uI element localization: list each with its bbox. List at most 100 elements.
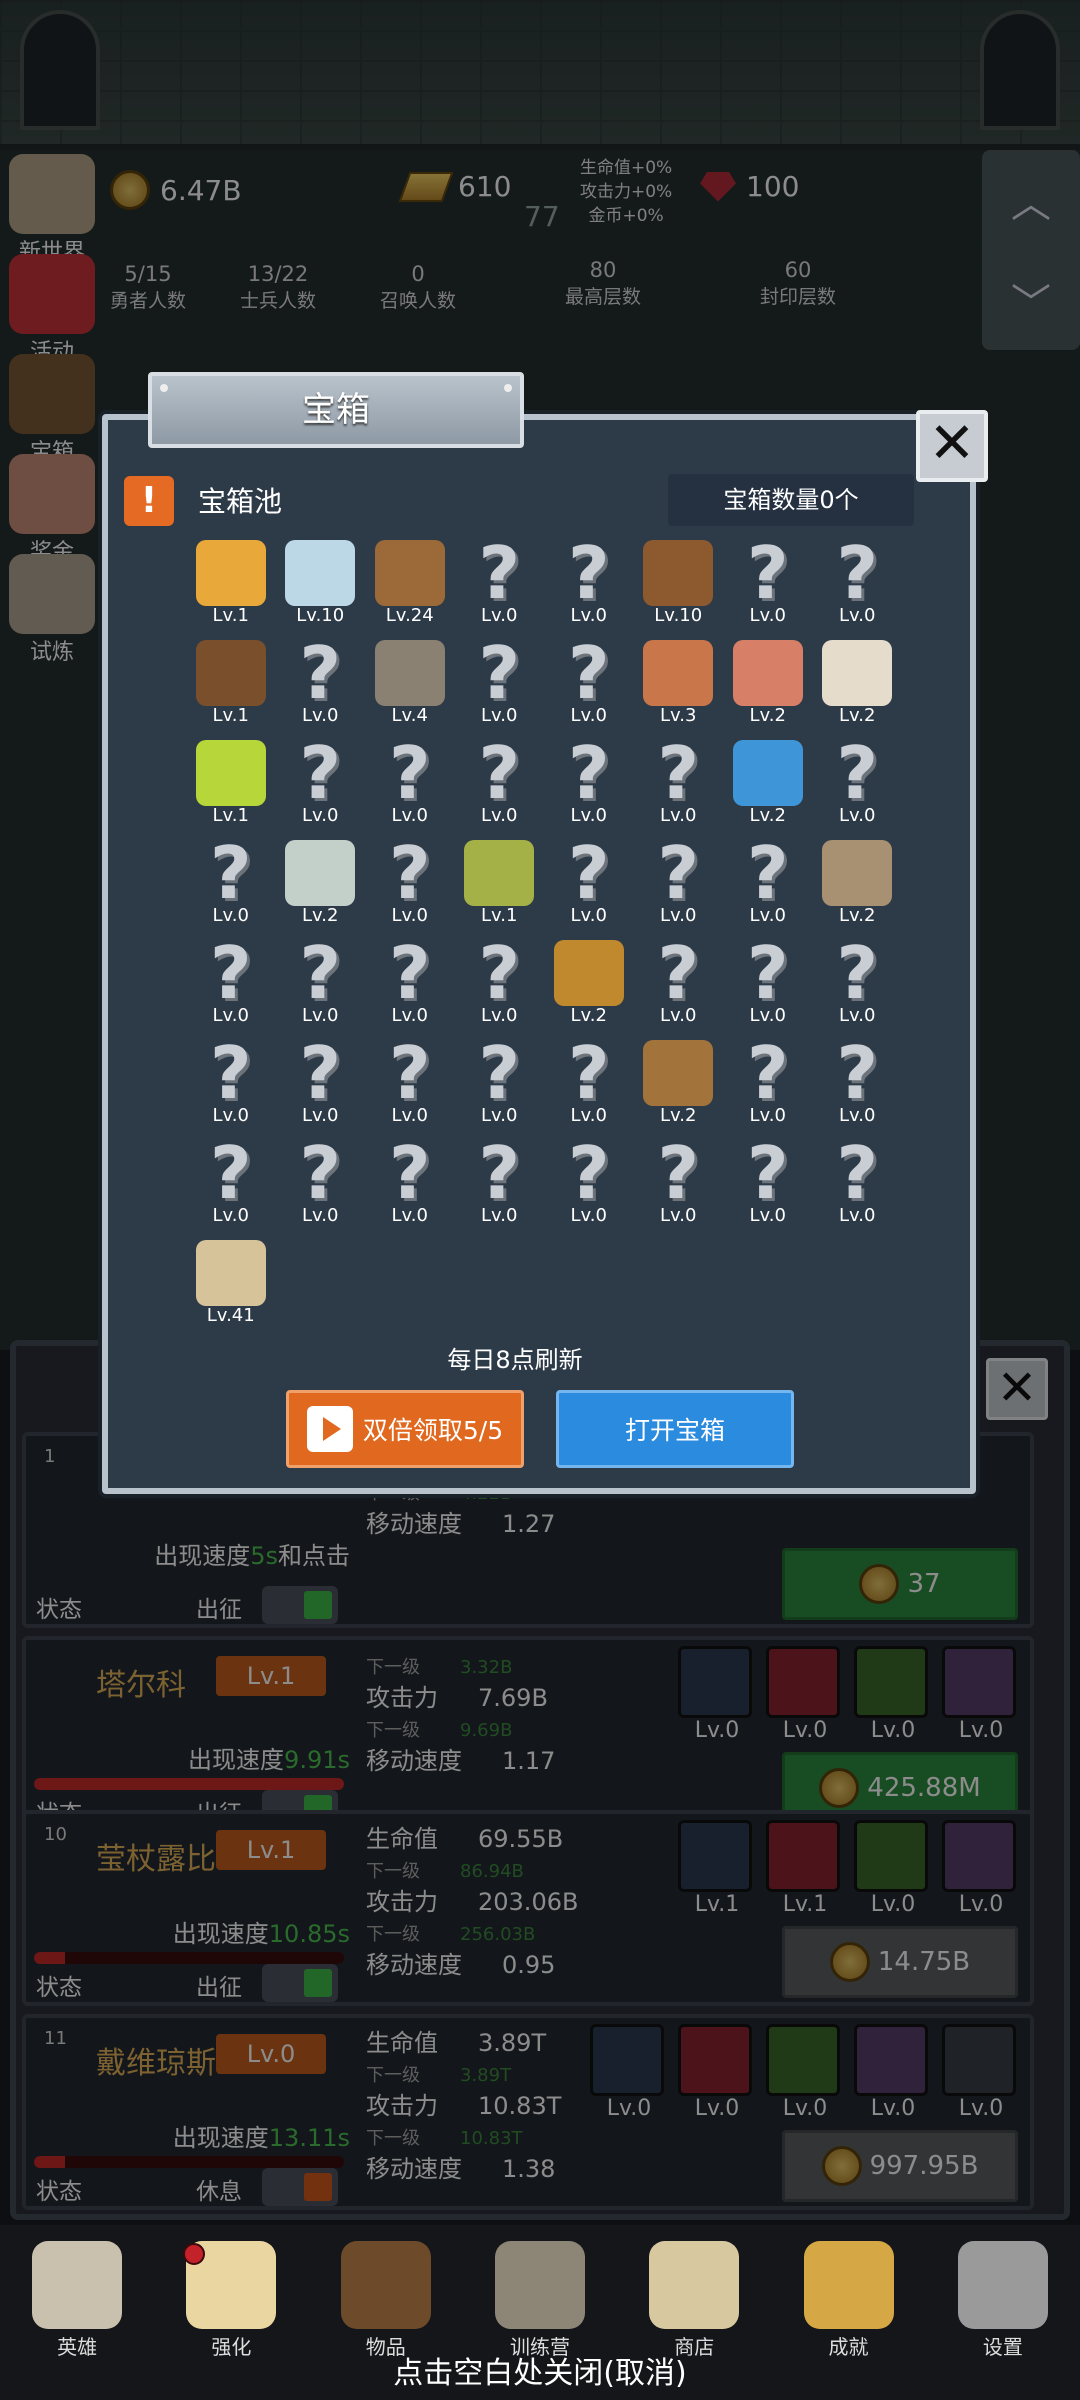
chest-item[interactable]: ? Lv.0 <box>813 1137 903 1230</box>
unknown-item-icon: ? <box>299 931 342 1015</box>
modal-close-icon[interactable]: ✕ <box>916 410 988 482</box>
item-level: Lv.0 <box>481 605 518 626</box>
item-level: Lv.0 <box>481 1105 518 1126</box>
unknown-item-icon: ? <box>746 1031 789 1115</box>
chest-item[interactable]: Lv.2 <box>723 640 813 730</box>
chest-item[interactable]: ? Lv.0 <box>365 1137 455 1230</box>
chest-item[interactable]: Lv.24 <box>365 540 455 630</box>
chest-item[interactable]: ? Lv.0 <box>455 637 545 730</box>
chest-item[interactable]: Lv.41 <box>186 1240 276 1330</box>
chest-item[interactable]: ? Lv.0 <box>813 1037 903 1130</box>
chest-item[interactable]: Lv.1 <box>186 740 276 830</box>
chest-item[interactable]: Lv.1 <box>186 640 276 730</box>
open-chest-button[interactable]: 打开宝箱 <box>556 1390 794 1468</box>
unknown-item-icon: ? <box>209 1031 252 1115</box>
item-level: Lv.0 <box>749 1005 786 1026</box>
chest-item[interactable]: Lv.2 <box>813 640 903 730</box>
chest-item[interactable]: ? Lv.0 <box>455 1137 545 1230</box>
unknown-item-icon: ? <box>567 1031 610 1115</box>
chest-item[interactable]: ? Lv.0 <box>455 1031 545 1130</box>
chest-item-grid: Lv.1 Lv.10 Lv.24? Lv.0? Lv.0 Lv.10? Lv.0? Lv.0 L… <box>186 531 903 1330</box>
chest-item[interactable]: Lv.2 <box>634 1040 724 1130</box>
chest-item[interactable]: Lv.2 <box>723 740 813 830</box>
boot-icon <box>822 840 893 906</box>
chest-item[interactable]: ? Lv.0 <box>455 537 545 630</box>
chest-item[interactable]: Lv.10 <box>634 540 724 630</box>
chest-item[interactable]: ? Lv.0 <box>276 731 366 830</box>
chest-item[interactable]: ? Lv.0 <box>544 1131 634 1230</box>
chest-item[interactable]: ? Lv.0 <box>455 737 545 830</box>
chest-item[interactable]: ? Lv.0 <box>186 1137 276 1230</box>
unknown-item-icon: ? <box>567 1131 610 1215</box>
chest-item[interactable]: ? Lv.0 <box>365 837 455 930</box>
unknown-item-icon: ? <box>657 731 700 815</box>
item-level: Lv.0 <box>481 805 518 826</box>
chest-item[interactable]: ? Lv.0 <box>544 631 634 730</box>
ham-icon <box>643 640 714 706</box>
chest-item[interactable]: ? Lv.0 <box>276 1037 366 1130</box>
item-level: Lv.10 <box>654 605 703 626</box>
unknown-item-icon: ? <box>567 631 610 715</box>
chest-item[interactable]: ? Lv.0 <box>544 1031 634 1130</box>
chest-item[interactable]: ? Lv.0 <box>634 937 724 1030</box>
chest-item[interactable]: ? Lv.0 <box>186 1031 276 1130</box>
item-level: Lv.0 <box>749 1205 786 1226</box>
skull-icon <box>32 2241 123 2329</box>
chest-item[interactable]: ? Lv.0 <box>723 1031 813 1130</box>
chest-item[interactable]: Lv.2 <box>276 840 366 930</box>
chest-item[interactable]: ? Lv.0 <box>813 937 903 1030</box>
chest-item[interactable]: Lv.3 <box>634 640 724 730</box>
chest-item[interactable]: ? Lv.0 <box>365 1037 455 1130</box>
chest-item[interactable]: Lv.1 <box>186 540 276 630</box>
unknown-item-icon: ? <box>478 1031 521 1115</box>
chest-item[interactable]: ? Lv.0 <box>813 531 903 630</box>
chest-item[interactable]: Lv.2 <box>813 840 903 930</box>
item-level: Lv.0 <box>570 1105 607 1126</box>
unknown-item-icon: ? <box>746 831 789 915</box>
double-claim-button[interactable]: 双倍领取5/5 <box>286 1390 524 1468</box>
chest-item[interactable]: ? Lv.0 <box>186 837 276 930</box>
chest-item[interactable]: ? Lv.0 <box>544 531 634 630</box>
item-level: Lv.2 <box>839 705 876 726</box>
chest-item[interactable]: ? Lv.0 <box>455 937 545 1030</box>
chest-item[interactable]: ? Lv.0 <box>365 931 455 1030</box>
chest-item[interactable]: ? Lv.0 <box>813 737 903 830</box>
chest-item[interactable]: ? Lv.0 <box>723 831 813 930</box>
item-level: Lv.41 <box>206 1305 255 1326</box>
item-level: Lv.1 <box>481 905 518 926</box>
unknown-item-icon: ? <box>657 1131 700 1215</box>
chest-item[interactable]: ? Lv.0 <box>186 937 276 1030</box>
item-level: Lv.0 <box>391 1005 428 1026</box>
chest-item[interactable]: ? Lv.0 <box>634 731 724 830</box>
chest-item[interactable]: ? Lv.0 <box>723 937 813 1030</box>
chest-item[interactable]: Lv.1 <box>455 840 545 930</box>
chest-item[interactable]: ? Lv.0 <box>544 737 634 830</box>
item-level: Lv.10 <box>296 605 345 626</box>
chest-item[interactable]: ? Lv.0 <box>544 837 634 930</box>
chest-count: 宝箱数量0个 <box>668 474 914 526</box>
unknown-item-icon: ? <box>567 531 610 615</box>
backpack-icon <box>643 1040 714 1106</box>
item-level: Lv.0 <box>660 1005 697 1026</box>
unknown-item-icon: ? <box>836 531 879 615</box>
item-level: Lv.2 <box>302 905 339 926</box>
unknown-item-icon: ? <box>299 731 342 815</box>
chest-item[interactable]: ? Lv.0 <box>723 1137 813 1230</box>
item-level: Lv.1 <box>212 605 249 626</box>
chest-item[interactable]: ? Lv.0 <box>276 637 366 730</box>
unknown-item-icon: ? <box>388 931 431 1015</box>
chest-item[interactable]: Lv.10 <box>276 540 366 630</box>
helmet-icon <box>643 540 714 606</box>
chest-item[interactable]: ? Lv.0 <box>723 537 813 630</box>
item-level: Lv.0 <box>660 805 697 826</box>
chest-item[interactable]: Lv.2 <box>544 940 634 1030</box>
chest-item[interactable]: ? Lv.0 <box>365 737 455 830</box>
chest-item[interactable]: ? Lv.0 <box>276 1137 366 1230</box>
steak-icon <box>732 640 803 706</box>
item-level: Lv.0 <box>570 905 607 926</box>
chest-item[interactable]: ? Lv.0 <box>634 837 724 930</box>
chest-item[interactable]: Lv.4 <box>365 640 455 730</box>
green-potion-icon <box>195 740 266 806</box>
chest-item[interactable]: ? Lv.0 <box>634 1131 724 1230</box>
chest-item[interactable]: ? Lv.0 <box>276 931 366 1030</box>
